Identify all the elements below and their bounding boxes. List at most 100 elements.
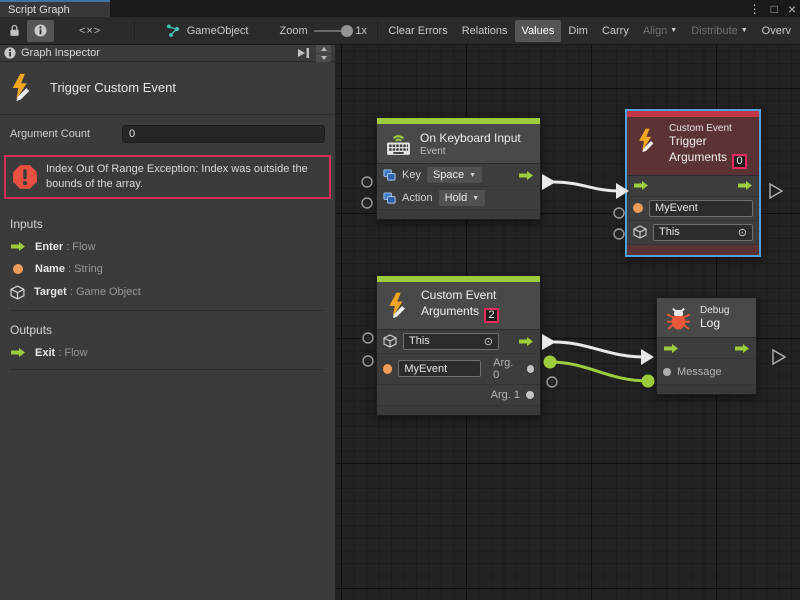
argument-count-input[interactable]: 0: [122, 125, 325, 143]
target-value: This: [409, 335, 430, 347]
key-dropdown[interactable]: Space ▼: [427, 167, 482, 183]
target-field[interactable]: This ⊙: [403, 333, 499, 350]
error-message-text: Index Out Of Range Exception: Index was …: [46, 162, 323, 192]
key-label: Key: [402, 169, 421, 181]
node-footer: [657, 385, 756, 394]
clear-errors-button[interactable]: Clear Errors: [381, 20, 454, 42]
loose-port[interactable]: [614, 229, 624, 239]
unit-title-block: Trigger Custom Event: [0, 62, 335, 115]
node-title: Log: [700, 316, 729, 330]
gameobject-breadcrumb[interactable]: GameObject: [159, 20, 256, 42]
wire-keyboard-to-trigger[interactable]: [554, 182, 618, 191]
string-port-icon: [633, 203, 643, 213]
flow-out-port[interactable]: [734, 343, 750, 354]
chevron-down-icon: ▼: [670, 27, 677, 34]
code-preview-button[interactable]: <×>: [72, 20, 108, 42]
gameobject-graph-icon: [166, 24, 180, 38]
event-name-row: MyEvent Arg. 0: [377, 354, 540, 385]
bug-icon: [665, 304, 692, 331]
flow-out-port[interactable]: [518, 170, 534, 181]
loose-port[interactable]: [614, 208, 624, 218]
node-title: On Keyboard Input: [420, 131, 521, 145]
relations-button[interactable]: Relations: [455, 20, 515, 42]
arg0-label: Arg. 0: [493, 357, 520, 381]
variable-icon: [383, 169, 396, 182]
graph-canvas[interactable]: On Keyboard Input Event Key Space ▼ Acti…: [336, 45, 800, 600]
wire-start-arrow[interactable]: [542, 334, 556, 350]
chevron-down-icon: ▼: [741, 27, 748, 34]
loose-port[interactable]: [362, 198, 372, 208]
arg0-port[interactable]: [527, 365, 534, 373]
node-on-keyboard-input[interactable]: On Keyboard Input Event Key Space ▼ Acti…: [376, 117, 541, 220]
arguments-value-badge[interactable]: 2: [484, 308, 499, 323]
arguments-value-badge[interactable]: 0: [732, 154, 747, 169]
action-label: Action: [402, 192, 433, 204]
flow-continuation-icon: [773, 350, 785, 364]
distribute-button[interactable]: Distribute ▼: [684, 20, 754, 42]
node-custom-event-arguments[interactable]: Custom Event Arguments2 This ⊙ MyEve: [376, 275, 541, 416]
event-name-value: MyEvent: [404, 363, 447, 375]
carry-button[interactable]: Carry: [595, 20, 636, 42]
flow-out-port[interactable]: [737, 180, 753, 191]
node-subtitle: Event: [420, 146, 521, 157]
port-type: : Flow: [58, 347, 87, 359]
loose-port[interactable]: [362, 177, 372, 187]
wire-green-endpoint[interactable]: [544, 356, 557, 369]
event-name-field[interactable]: MyEvent: [398, 360, 481, 377]
wire-arguments-to-debug[interactable]: [554, 342, 644, 357]
port-type: : String: [68, 263, 103, 275]
dock-panel-icon[interactable]: [297, 47, 311, 59]
wire-start-arrow[interactable]: [542, 174, 556, 190]
loose-port[interactable]: [547, 377, 557, 387]
spin-down-button[interactable]: [316, 54, 331, 62]
menu-kebab-icon[interactable]: ⋮: [749, 2, 761, 16]
zoom-slider-handle[interactable]: [341, 25, 353, 37]
object-picker-icon[interactable]: ⊙: [484, 335, 493, 348]
flow-row: [657, 338, 756, 359]
zoom-slider[interactable]: [314, 30, 350, 32]
align-button[interactable]: Align ▼: [636, 20, 684, 42]
flow-continuation-icon: [770, 184, 782, 198]
port-name: Exit: [35, 347, 55, 359]
port-name: Name: [35, 263, 65, 275]
arg1-port[interactable]: [526, 391, 534, 399]
window-controls: ⋮ □ ×: [749, 0, 796, 17]
error-octagon-icon: [12, 164, 38, 190]
cube-icon: [10, 285, 25, 300]
tab-script-graph[interactable]: Script Graph: [0, 0, 110, 17]
carry-label: Carry: [602, 25, 629, 37]
action-row: Action Hold ▼: [377, 187, 540, 210]
values-button[interactable]: Values: [515, 20, 562, 42]
node-category: Custom Event: [421, 288, 499, 302]
object-picker-icon[interactable]: ⊙: [738, 226, 747, 239]
target-row: This ⊙: [627, 221, 759, 245]
wire-arg0-to-message[interactable]: [550, 362, 648, 381]
target-field[interactable]: This ⊙: [653, 224, 753, 241]
wire-end-arrow: [641, 349, 654, 365]
code-icon: <×>: [79, 25, 101, 37]
graph-inspector-panel: Graph Inspector Trigger Custom Event Arg…: [0, 45, 336, 600]
node-debug-log[interactable]: Debug Log Message: [656, 297, 757, 395]
flow-in-port[interactable]: [633, 180, 649, 191]
lock-button[interactable]: [2, 20, 27, 42]
flow-in-port[interactable]: [663, 343, 679, 354]
loose-port[interactable]: [363, 356, 373, 366]
port-name: Target: [34, 286, 67, 298]
loose-port[interactable]: [363, 333, 373, 343]
action-dropdown[interactable]: Hold ▼: [439, 190, 486, 206]
flow-out-port[interactable]: [518, 336, 534, 347]
dim-button[interactable]: Dim: [561, 20, 595, 42]
overview-button[interactable]: Overv: [755, 20, 798, 42]
message-label: Message: [677, 366, 722, 378]
node-trigger-custom-event[interactable]: Custom Event Trigger Arguments0 MyEvent: [625, 109, 761, 257]
spin-up-button[interactable]: [316, 45, 331, 53]
node-header: Custom Event Trigger Arguments0: [627, 117, 759, 176]
argument-count-label: Argument Count: [10, 128, 122, 140]
inspector-toggle-button[interactable]: [27, 20, 54, 42]
wire-green-endpoint[interactable]: [642, 375, 655, 388]
close-icon[interactable]: ×: [788, 1, 796, 17]
outputs-section: Outputs Exit : Flow: [0, 315, 335, 374]
maximize-icon[interactable]: □: [771, 2, 778, 16]
message-port[interactable]: [663, 368, 671, 376]
event-name-field[interactable]: MyEvent: [649, 200, 753, 217]
